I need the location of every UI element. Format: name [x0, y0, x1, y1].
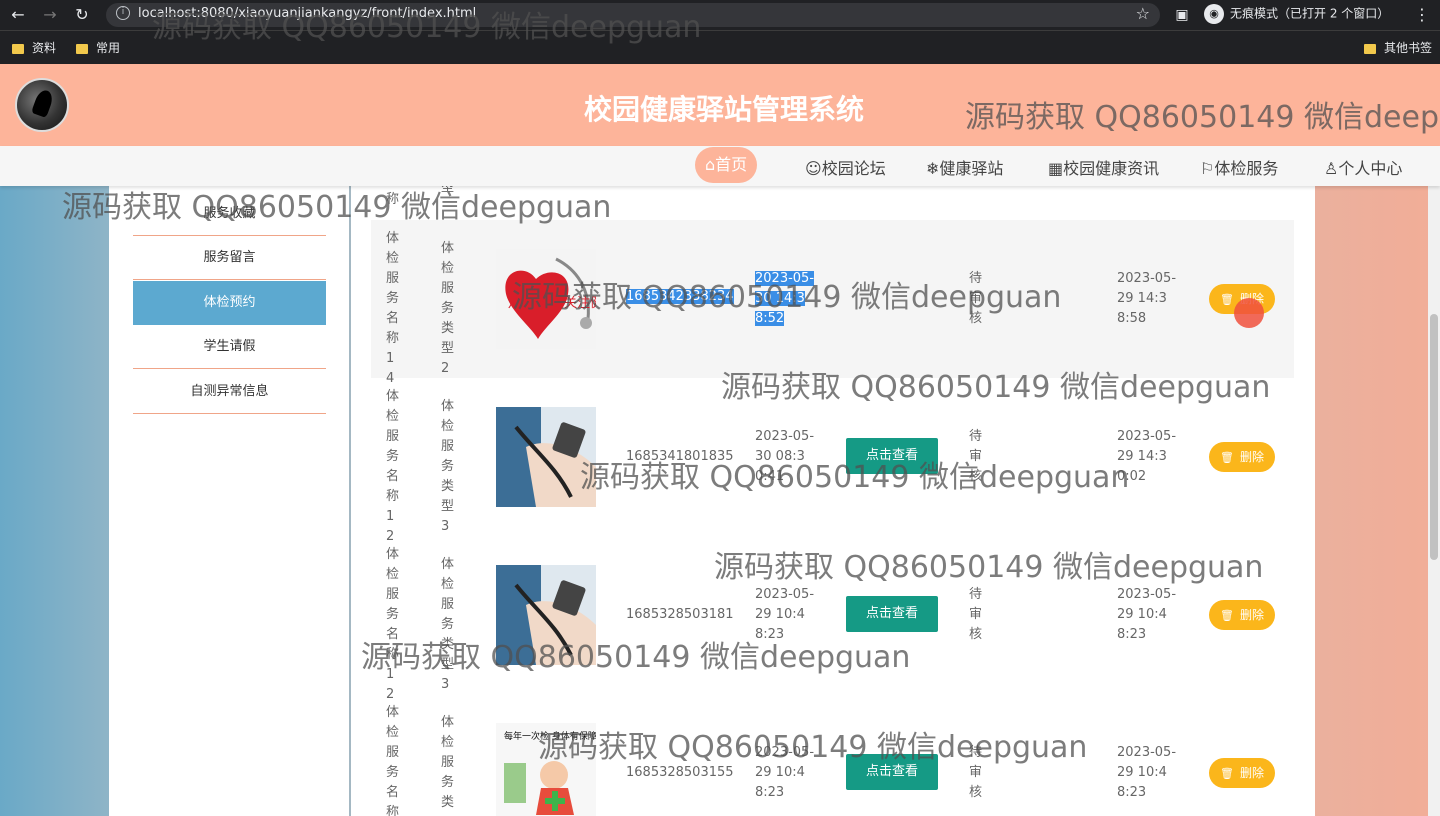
sidebar-item-abnormal-info[interactable]: 自测异常信息 [133, 370, 326, 414]
other-bookmarks[interactable]: 其他书签 [1364, 39, 1432, 56]
service-type-cell: 体检服务类型3 [441, 399, 455, 534]
order-number-cell: 1685328503181 [626, 607, 734, 622]
menu-icon[interactable]: ⋮ [1412, 5, 1432, 25]
sidebar-item-favorites[interactable]: 服务收藏 [133, 192, 326, 236]
image-caption: 每年一次检 身体有保障 [504, 730, 596, 742]
service-image [496, 565, 596, 665]
image-caption: 定时体检 关注健康 [508, 295, 596, 311]
order-number-cell: 1685342338234 [626, 289, 734, 304]
bookmark-folder-1[interactable]: 资料 [12, 39, 56, 56]
user-icon: ♙ [1324, 159, 1339, 178]
site-logo[interactable] [15, 78, 69, 132]
nav-personal-center[interactable]: ♙个人中心 [1324, 155, 1402, 179]
folder-icon [12, 43, 24, 54]
order-number-cell: 1685328503155 [626, 765, 734, 780]
browser-toolbar: ← → ↻ i localhost:8080/xiaoyuanjiankangy… [0, 0, 1440, 30]
nav-health-news[interactable]: ▦校园健康资讯 [1048, 155, 1159, 179]
bookmark-folder-2[interactable]: 常用 [76, 39, 120, 56]
bookmark-star-icon[interactable]: ☆ [1136, 4, 1150, 23]
review-status-cell: 待审核 [969, 271, 983, 326]
service-type-cell: 体检服务类 [441, 715, 455, 810]
trash-icon: 🗑 [1220, 767, 1234, 780]
review-status-cell: 待审核 [969, 587, 983, 642]
partial-name-cell: 称 [386, 192, 400, 207]
folder-icon [1364, 43, 1376, 54]
app-header: 校园健康驿站管理系统 [0, 64, 1440, 146]
created-time-cell: 2023-05-29 14:30:02 [1117, 429, 1177, 484]
service-name-cell: 体检服务名称 [386, 705, 400, 816]
created-time-cell: 2023-05-29 14:38:58 [1117, 271, 1177, 326]
sidebar-item-checkup-booking[interactable]: 体检预约 [133, 281, 326, 325]
forward-icon[interactable]: → [40, 5, 60, 25]
created-time-cell: 2023-05-29 10:48:23 [1117, 587, 1177, 642]
nav-forum[interactable]: ☺校园论坛 [805, 155, 886, 179]
back-icon[interactable]: ← [8, 5, 28, 25]
service-name-cell: 体检服务名称12 [386, 389, 400, 544]
trash-icon: 🗑 [1220, 293, 1234, 306]
delete-button[interactable]: 🗑删除 [1209, 442, 1275, 472]
smile-icon: ☺ [805, 159, 822, 178]
main-nav: ⌂首页 ☺校园论坛 ❄健康驿站 ▦校园健康资讯 ⚐体检服务 ♙个人中心 [0, 146, 1440, 186]
grid-icon: ▦ [1048, 159, 1064, 178]
app-title: 校园健康驿站管理系统 [584, 93, 865, 126]
reload-icon[interactable]: ↻ [72, 5, 92, 25]
site-info-icon[interactable]: i [116, 6, 130, 20]
view-button[interactable]: 点击查看 [846, 754, 938, 790]
sidebar-item-leave[interactable]: 学生请假 [133, 325, 326, 369]
snowflake-icon: ❄ [926, 159, 940, 178]
sidebar-item-messages[interactable]: 服务留言 [133, 236, 326, 280]
trash-icon: 🗑 [1220, 451, 1234, 464]
service-name-cell: 体检服务名称12 [386, 547, 400, 702]
appointment-time-cell: 2023-05-29 10:48:23 [755, 587, 815, 642]
review-status-cell: 待审核 [969, 745, 983, 800]
side-panel-icon[interactable]: ▣ [1172, 5, 1192, 25]
bookmarks-bar: 资料 常用 其他书签 [0, 30, 1440, 64]
appointment-time-cell: 2023-05-30 08:30:41 [755, 429, 815, 484]
delete-button[interactable]: 🗑删除 [1209, 758, 1275, 788]
view-button[interactable]: 点击查看 [846, 596, 938, 632]
incognito-indicator[interactable]: ◉ 无痕模式（已打开 2 个窗口） [1204, 4, 1389, 26]
trash-icon: 🗑 [1220, 609, 1234, 622]
service-type-cell: 体检服务类型2 [441, 241, 455, 376]
view-button[interactable]: 点击查看 [846, 438, 938, 474]
address-bar[interactable]: i localhost:8080/xiaoyuanjiankangyz/fron… [106, 3, 1160, 27]
service-image: 定时体检 关注健康 [496, 249, 596, 349]
url-text[interactable]: localhost:8080/xiaoyuanjiankangyz/front/… [138, 6, 476, 21]
folder-icon [76, 43, 88, 54]
incognito-label: 无痕模式（已打开 2 个窗口） [1230, 6, 1390, 21]
appointment-time-cell: 2023-05-29 10:48:23 [755, 745, 815, 800]
nav-health-station[interactable]: ❄健康驿站 [926, 155, 1003, 179]
nav-home[interactable]: ⌂首页 [695, 147, 758, 183]
nav-checkup-service[interactable]: ⚐体检服务 [1200, 155, 1278, 179]
incognito-icon: ◉ [1204, 4, 1224, 24]
created-time-cell: 2023-05-29 10:48:23 [1117, 745, 1177, 800]
scrollbar-thumb[interactable] [1430, 314, 1438, 560]
appointment-time-cell: 2023-05-30 14:38:52 [755, 271, 815, 326]
service-type-cell: 体检服务类型3 [441, 557, 455, 692]
flag-icon: ⚐ [1200, 159, 1215, 178]
service-name-cell: 体检服务名称14 [386, 231, 400, 386]
order-number-cell: 1685341801835 [626, 449, 734, 464]
service-image: 每年一次检 身体有保障 [496, 723, 596, 816]
delete-button[interactable]: 🗑删除 [1209, 600, 1275, 630]
cursor-highlight [1234, 298, 1264, 328]
review-status-cell: 待审核 [969, 429, 983, 484]
home-icon: ⌂ [705, 155, 716, 174]
service-image [496, 407, 596, 507]
